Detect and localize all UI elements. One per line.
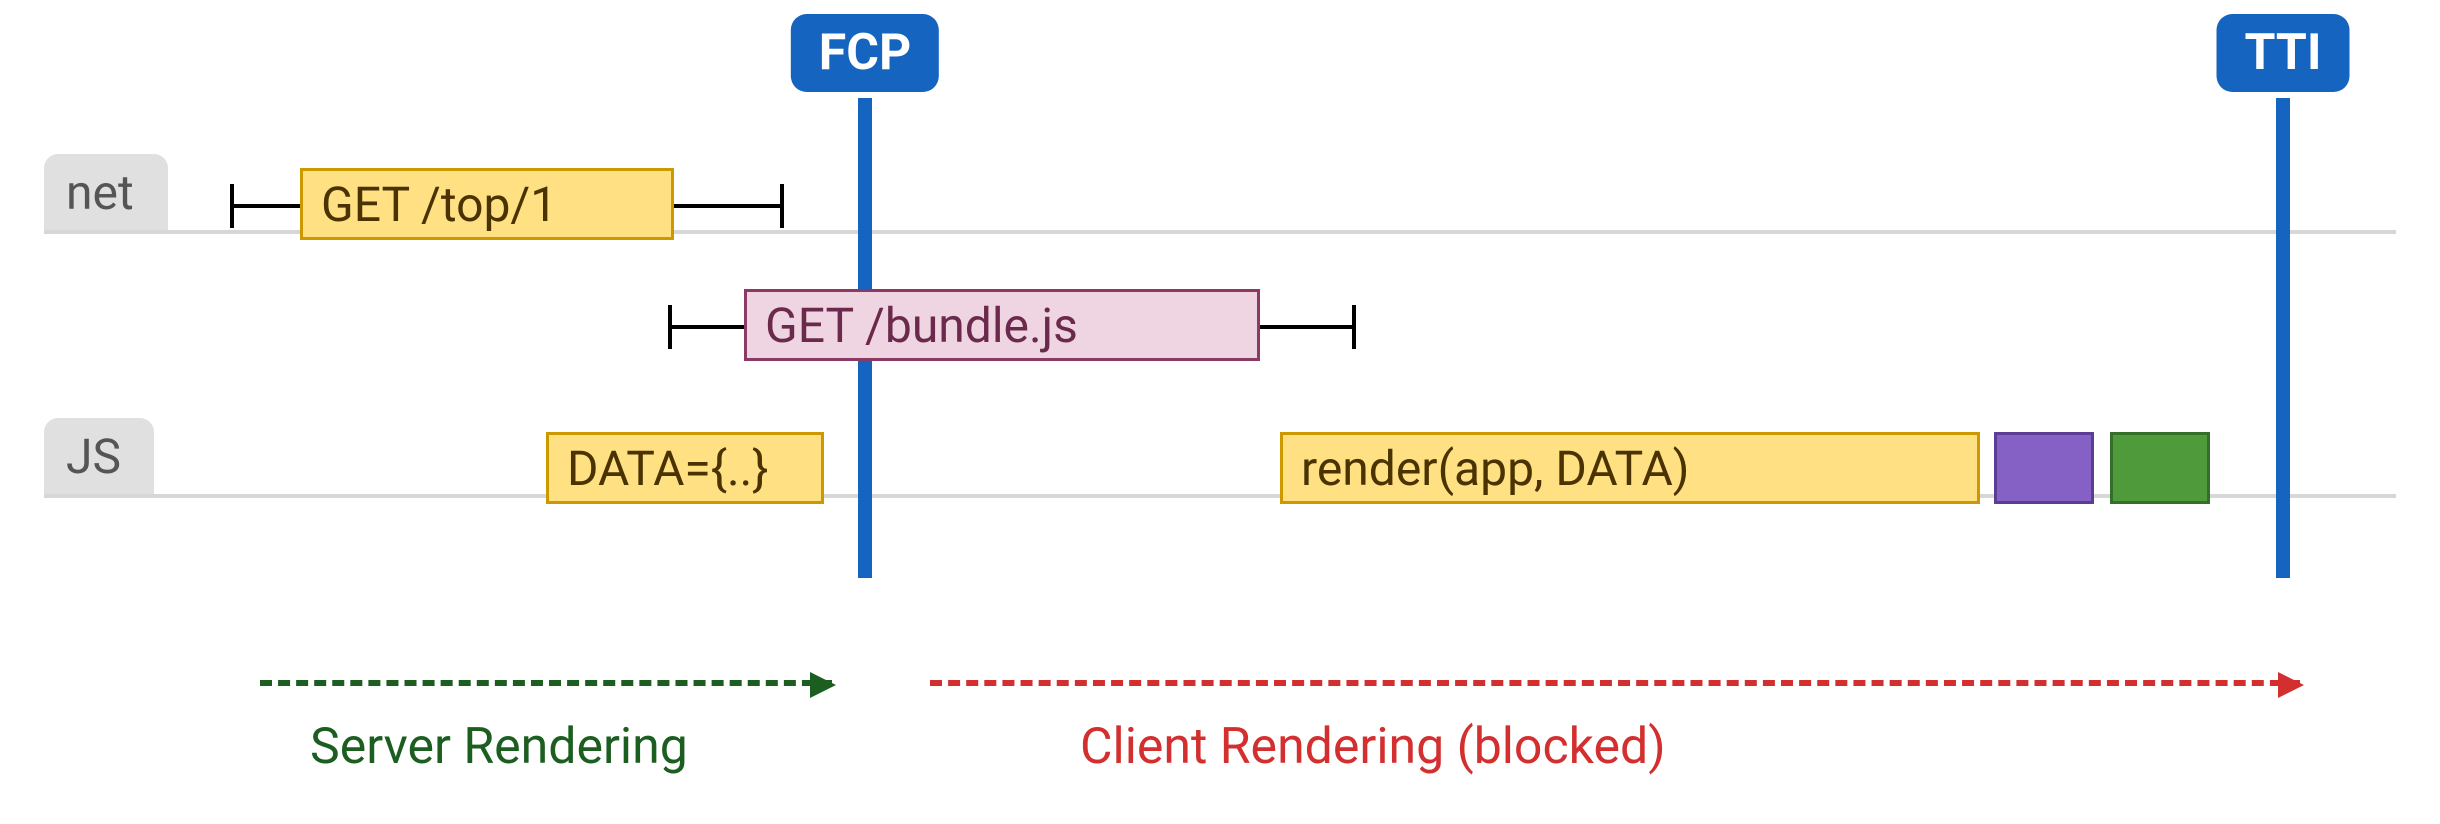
phase-label-server: Server Rendering: [310, 718, 688, 776]
bar-js-task-green: [2110, 432, 2210, 504]
phase-label-client: Client Rendering (blocked): [1080, 718, 1666, 776]
fcp-flag: FCP: [791, 14, 939, 92]
bar-get-top: GET /top/1: [300, 168, 674, 240]
timeline-diagram: net JS FCP TTI GET /top/1 GET /bundle.js…: [0, 0, 2440, 824]
whisker-right-get-bundle: [1260, 325, 1356, 329]
tti-flag: TTI: [2217, 14, 2350, 92]
track-label-net: net: [44, 154, 168, 230]
track-label-js: JS: [44, 418, 154, 494]
whisker-right-get-top: [674, 204, 784, 208]
bar-get-bundle: GET /bundle.js: [744, 289, 1260, 361]
whisker-left-get-top: [230, 204, 308, 208]
tti-marker: TTI: [2276, 98, 2290, 578]
phase-arrow-client: [930, 680, 2300, 686]
bar-js-data: DATA={..}: [546, 432, 824, 504]
bar-js-task-purple: [1994, 432, 2094, 504]
bar-js-render: render(app, DATA): [1280, 432, 1980, 504]
whisker-left-get-bundle: [668, 325, 744, 329]
phase-arrow-server: [260, 680, 832, 686]
